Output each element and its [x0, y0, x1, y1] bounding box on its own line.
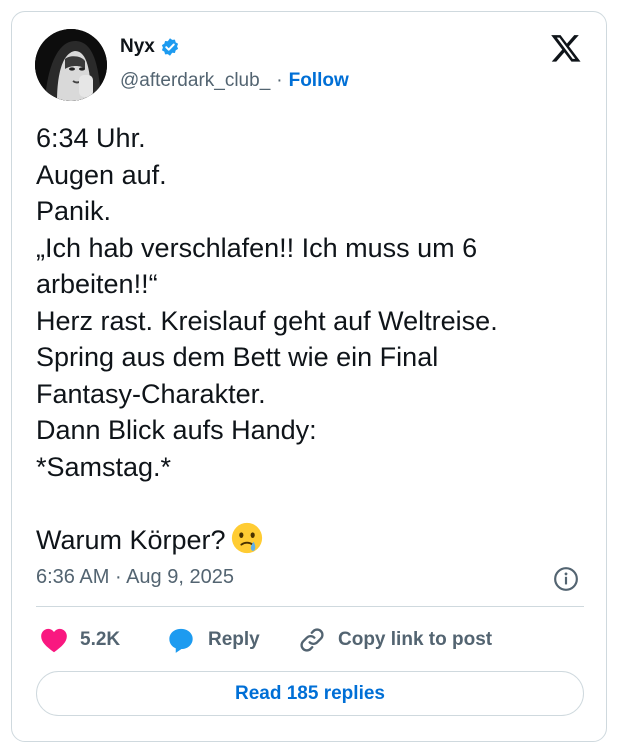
- tweet-text: 6:34 Uhr. Augen auf. Panik. „Ich hab ver…: [36, 120, 581, 558]
- avatar[interactable]: [35, 29, 107, 101]
- tweet-line: arbeiten!!“: [36, 269, 158, 299]
- heart-icon: [41, 628, 67, 653]
- action-bar: 5.2K Reply Copy link to post: [36, 620, 584, 660]
- read-replies-label: Read 185 replies: [235, 682, 385, 704]
- copy-link-label: Copy link to post: [338, 629, 493, 650]
- follow-button[interactable]: Follow: [289, 70, 349, 92]
- tweet-line: Panik.: [36, 196, 112, 226]
- tweet-date: Aug 9, 2025: [126, 566, 234, 588]
- tweet-line: Dann Blick aufs Handy:: [36, 415, 317, 445]
- separator-dot: ·: [276, 70, 283, 91]
- like-button[interactable]: 5.2K: [40, 620, 120, 660]
- separator-dot: ·: [114, 566, 122, 588]
- reply-button[interactable]: Reply: [166, 620, 260, 660]
- tweet-line: Herz rast. Kreislauf geht auf Weltreise.: [36, 305, 498, 336]
- reply-label: Reply: [208, 629, 260, 650]
- tweet-line: Fantasy-Charakter.: [36, 378, 266, 409]
- info-icon[interactable]: [553, 566, 579, 592]
- tweet-last-line-text: Warum Körper?: [36, 524, 226, 555]
- tweet-line: Augen auf.: [36, 159, 167, 190]
- avatar-image: [35, 29, 107, 101]
- tweet-time: 6:36 AM: [36, 566, 110, 588]
- like-count: 5.2K: [80, 629, 121, 650]
- verified-badge-icon: [161, 38, 178, 56]
- author-name[interactable]: Nyx: [120, 36, 155, 58]
- face-holding-back-tears-icon: [231, 523, 262, 554]
- read-replies-button[interactable]: Read 185 replies: [36, 671, 584, 716]
- tweet-line: *Samstag.*: [36, 451, 172, 482]
- tweet-line: „Ich hab verschlafen!! Ich muss um 6: [36, 232, 478, 263]
- author-name-row: Nyx: [120, 36, 180, 58]
- copy-link-button[interactable]: Copy link to post: [298, 620, 492, 660]
- author-handle[interactable]: @afterdark_club_: [120, 70, 270, 92]
- tweet-timestamp[interactable]: 6:36 AM · Aug 9, 2025: [36, 566, 234, 589]
- divider: [36, 606, 584, 607]
- x-logo-icon[interactable]: [549, 32, 583, 64]
- tweet-line: 6:34 Uhr.: [36, 123, 146, 153]
- tweet-line: Spring aus dem Bett wie ein Final: [36, 342, 439, 372]
- tweet-last-line: Warum Körper?: [36, 522, 581, 559]
- author-handle-row: @afterdark_club_ · Follow: [120, 70, 349, 92]
- reply-bubble-icon: [169, 628, 193, 653]
- link-icon: [300, 628, 324, 652]
